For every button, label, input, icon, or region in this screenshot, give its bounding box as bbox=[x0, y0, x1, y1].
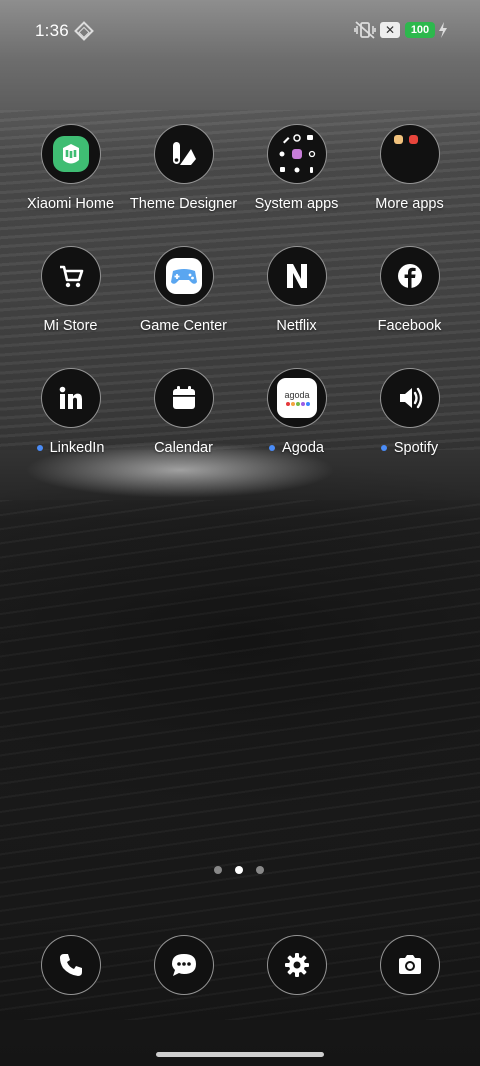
app-linkedin[interactable]: LinkedIn bbox=[14, 368, 127, 490]
folder-icon bbox=[266, 124, 327, 184]
app-label: Agoda bbox=[269, 440, 324, 456]
app-label: Game Center bbox=[139, 318, 228, 334]
app-mi-store[interactable]: Mi Store bbox=[14, 246, 127, 368]
agoda-logo-text: agoda bbox=[284, 390, 309, 400]
cart-icon bbox=[40, 246, 101, 306]
dock-camera[interactable] bbox=[353, 935, 466, 995]
dock-settings[interactable] bbox=[240, 935, 353, 995]
app-label: Xiaomi Home bbox=[26, 196, 115, 212]
page-dot-active[interactable] bbox=[235, 866, 243, 874]
app-calendar[interactable]: Calendar bbox=[127, 368, 240, 490]
new-install-dot bbox=[36, 445, 43, 451]
x-notification-icon: ✕ bbox=[380, 22, 400, 38]
app-row: LinkedIn Calendar agoda Agoda Spotify bbox=[14, 368, 466, 490]
status-bar: 1:36 ✕ 100 bbox=[0, 0, 480, 62]
status-time: 1:36 bbox=[35, 21, 69, 40]
new-install-dot bbox=[269, 445, 276, 451]
settings-icon bbox=[266, 935, 327, 995]
page-dot[interactable] bbox=[214, 866, 222, 874]
shield-diamond-icon bbox=[74, 21, 94, 41]
phone-icon bbox=[40, 935, 101, 995]
facebook-icon bbox=[379, 246, 440, 306]
app-netflix[interactable]: Netflix bbox=[240, 246, 353, 368]
theme-designer-icon bbox=[153, 124, 214, 184]
camera-icon bbox=[379, 935, 440, 995]
new-install-dot bbox=[380, 445, 387, 451]
gesture-nav-handle[interactable] bbox=[156, 1052, 324, 1057]
folder-icon bbox=[379, 124, 440, 184]
agoda-icon: agoda bbox=[266, 368, 327, 428]
app-theme-designer[interactable]: Theme Designer bbox=[127, 124, 240, 246]
page-indicator bbox=[214, 866, 264, 874]
folder-system-apps[interactable]: System apps bbox=[240, 124, 353, 246]
app-agoda[interactable]: agoda Agoda bbox=[240, 368, 353, 490]
dock-phone[interactable] bbox=[14, 935, 127, 995]
dock-messages[interactable] bbox=[127, 935, 240, 995]
folder-more-apps[interactable]: More apps bbox=[353, 124, 466, 246]
page-dot[interactable] bbox=[256, 866, 264, 874]
netflix-icon bbox=[266, 246, 327, 306]
speaker-icon bbox=[379, 368, 440, 428]
app-xiaomi-home[interactable]: Xiaomi Home bbox=[14, 124, 127, 246]
app-label: Spotify bbox=[380, 440, 438, 456]
app-row: Xiaomi Home Theme Designer System apps M… bbox=[14, 124, 466, 246]
charging-bolt-icon bbox=[438, 22, 448, 43]
dock bbox=[14, 935, 466, 995]
app-game-center[interactable]: Game Center bbox=[127, 246, 240, 368]
linkedin-icon bbox=[40, 368, 101, 428]
app-label: Facebook bbox=[377, 318, 442, 334]
app-label: LinkedIn bbox=[36, 440, 104, 456]
app-grid: Xiaomi Home Theme Designer System apps M… bbox=[14, 124, 466, 490]
app-label: System apps bbox=[254, 196, 339, 212]
app-label: Theme Designer bbox=[129, 196, 238, 212]
app-label: Netflix bbox=[276, 318, 317, 334]
vibrate-off-icon bbox=[354, 21, 376, 44]
calendar-icon bbox=[153, 368, 214, 428]
app-facebook[interactable]: Facebook bbox=[353, 246, 466, 368]
app-row: Mi Store Game Center Netflix Facebook bbox=[14, 246, 466, 368]
xiaomi-home-icon bbox=[40, 124, 101, 184]
messages-icon bbox=[153, 935, 214, 995]
app-spotify[interactable]: Spotify bbox=[353, 368, 466, 490]
app-label: More apps bbox=[375, 196, 444, 212]
app-label: Calendar bbox=[154, 440, 213, 456]
gamepad-icon bbox=[153, 246, 214, 306]
battery-indicator: 100 bbox=[405, 22, 435, 38]
app-label: Mi Store bbox=[43, 318, 98, 334]
